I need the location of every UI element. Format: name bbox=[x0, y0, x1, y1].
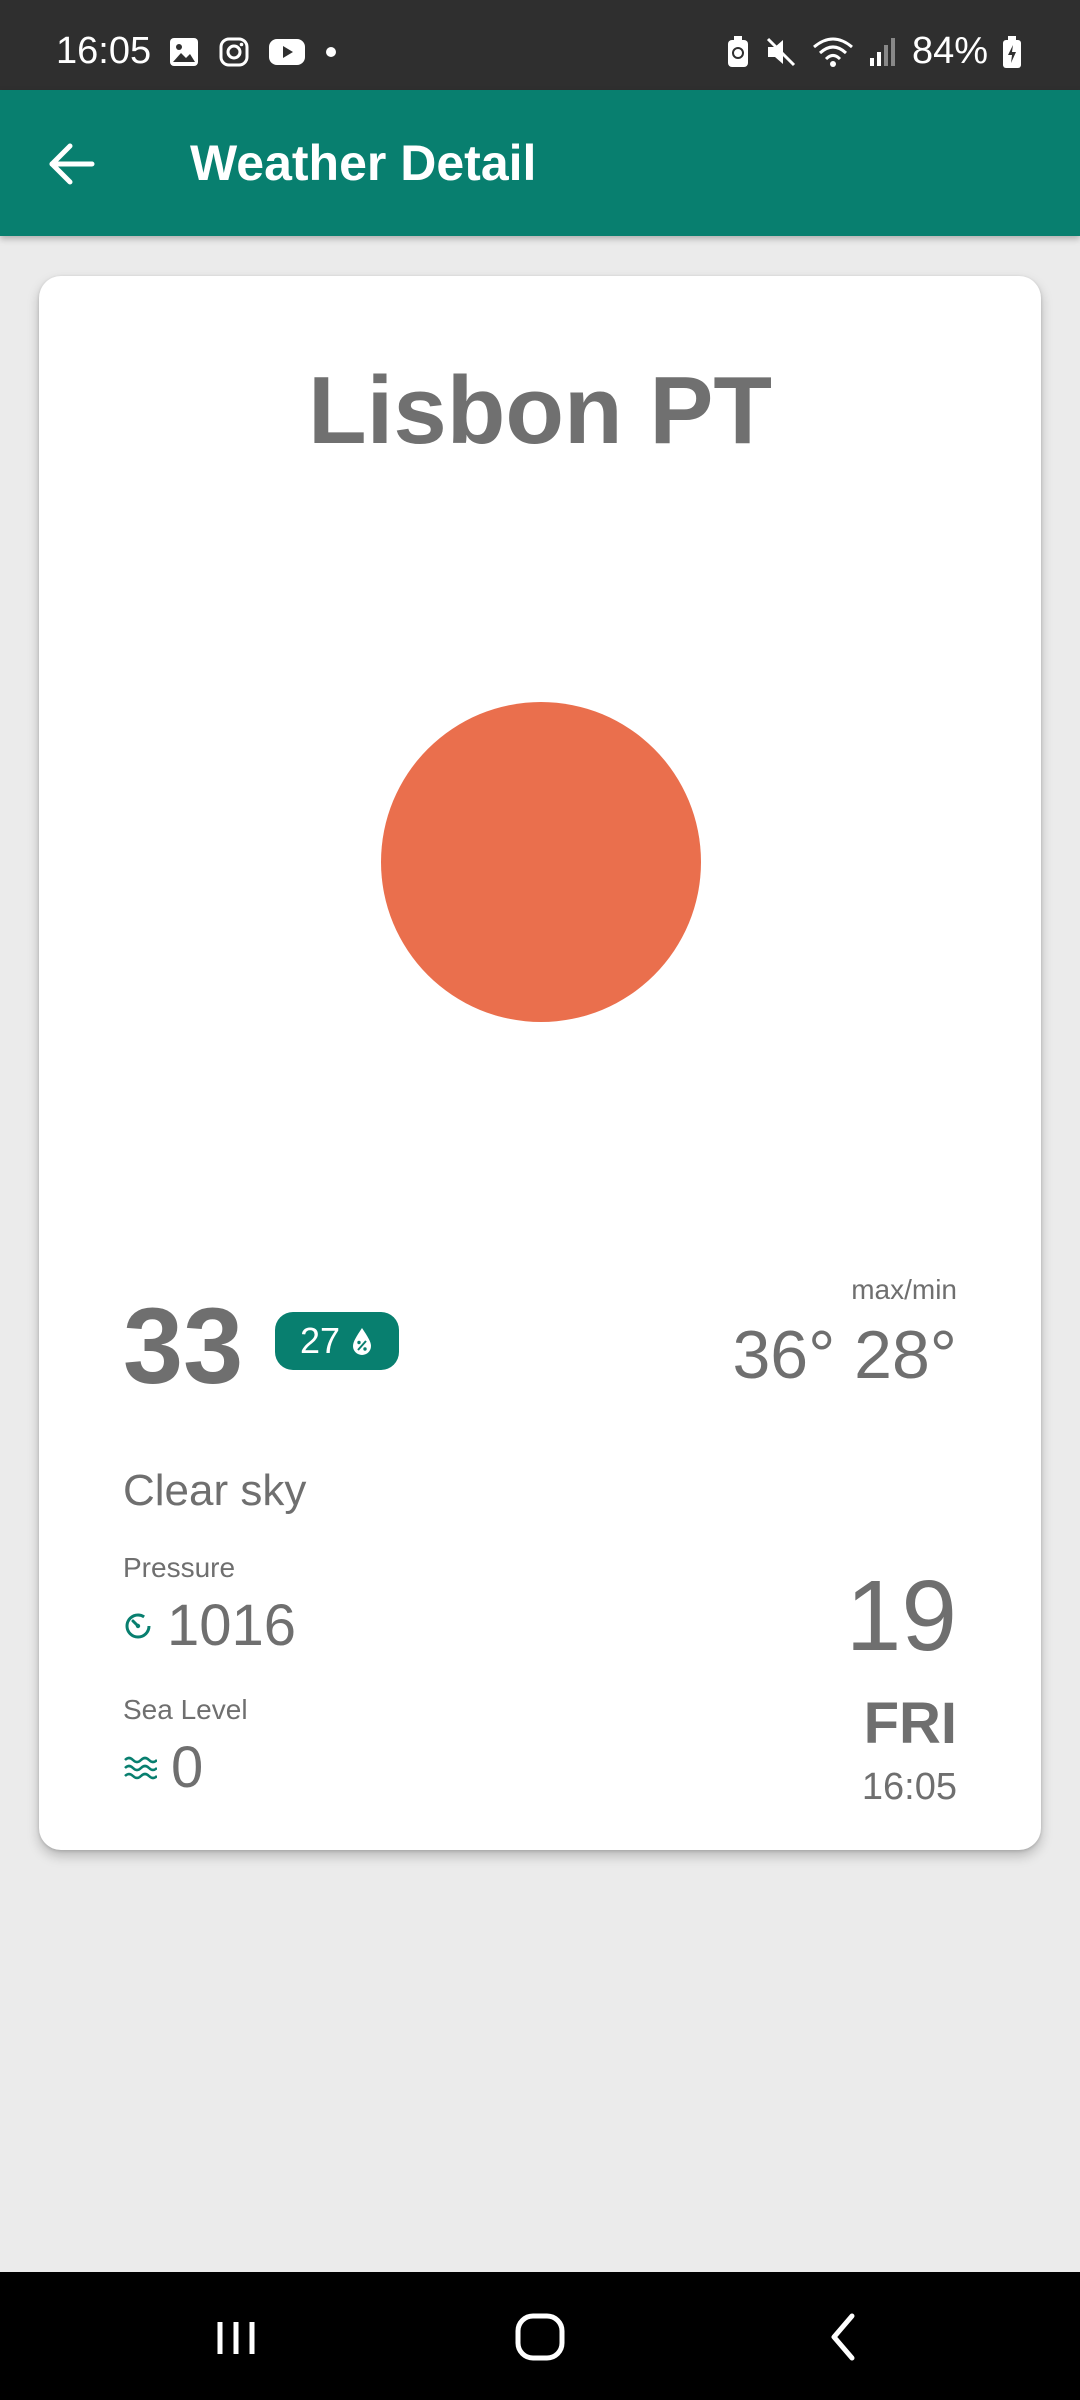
recents-icon[interactable] bbox=[196, 2302, 276, 2372]
humidity-drop-icon bbox=[353, 1328, 372, 1355]
navigation-bar bbox=[0, 2272, 1080, 2400]
instagram-icon bbox=[219, 37, 249, 67]
youtube-icon bbox=[269, 39, 305, 65]
pressure-label: Pressure bbox=[123, 1552, 236, 1583]
feels-like-value: 27 bbox=[299, 1320, 341, 1361]
status-bar: 16:05 84% bbox=[0, 0, 1080, 90]
weather-card: Lisbon PT 33 27 max/min 36° 28° Clear sk… bbox=[39, 276, 1041, 1850]
mute-icon bbox=[766, 37, 795, 66]
page-title: Weather Detail bbox=[190, 135, 537, 191]
pressure-value: 1016 bbox=[167, 1593, 297, 1658]
wifi-icon bbox=[812, 37, 853, 67]
sun-icon bbox=[381, 702, 701, 1022]
maxmin-label: max/min bbox=[851, 1274, 957, 1305]
battery-percent: 84% bbox=[911, 30, 988, 72]
weekday: FRI bbox=[863, 1691, 957, 1756]
waves-icon bbox=[124, 1756, 157, 1779]
signal-icon bbox=[869, 37, 895, 66]
pressure-row: 1016 bbox=[123, 1592, 296, 1659]
current-temperature: 33 bbox=[123, 1285, 244, 1406]
maxmin-temperature: 36° 28° bbox=[732, 1317, 957, 1393]
gallery-icon bbox=[170, 38, 198, 66]
forecast-time: 16:05 bbox=[861, 1766, 957, 1808]
system-icons: 84% bbox=[726, 30, 1022, 73]
sea-level-label: Sea Level bbox=[123, 1694, 248, 1725]
weather-condition: Clear sky bbox=[123, 1466, 307, 1515]
city-name: Lisbon PT bbox=[308, 357, 772, 464]
notification-icons bbox=[168, 36, 338, 68]
arrow-left-icon[interactable] bbox=[44, 136, 100, 192]
home-icon[interactable] bbox=[500, 2302, 580, 2372]
gauge-icon bbox=[125, 1613, 151, 1638]
battery-icon bbox=[1003, 35, 1021, 68]
status-time: 16:05 bbox=[56, 30, 152, 72]
sea-level-row: 0 bbox=[123, 1734, 203, 1801]
dot-icon bbox=[326, 47, 336, 57]
feels-like-badge: 27 bbox=[275, 1312, 399, 1370]
back-icon[interactable] bbox=[804, 2302, 884, 2372]
app-bar: Weather Detail bbox=[0, 90, 1080, 236]
sea-level-value: 0 bbox=[171, 1735, 204, 1800]
day-number: 19 bbox=[845, 1560, 957, 1672]
battery-saver-icon bbox=[727, 35, 748, 67]
